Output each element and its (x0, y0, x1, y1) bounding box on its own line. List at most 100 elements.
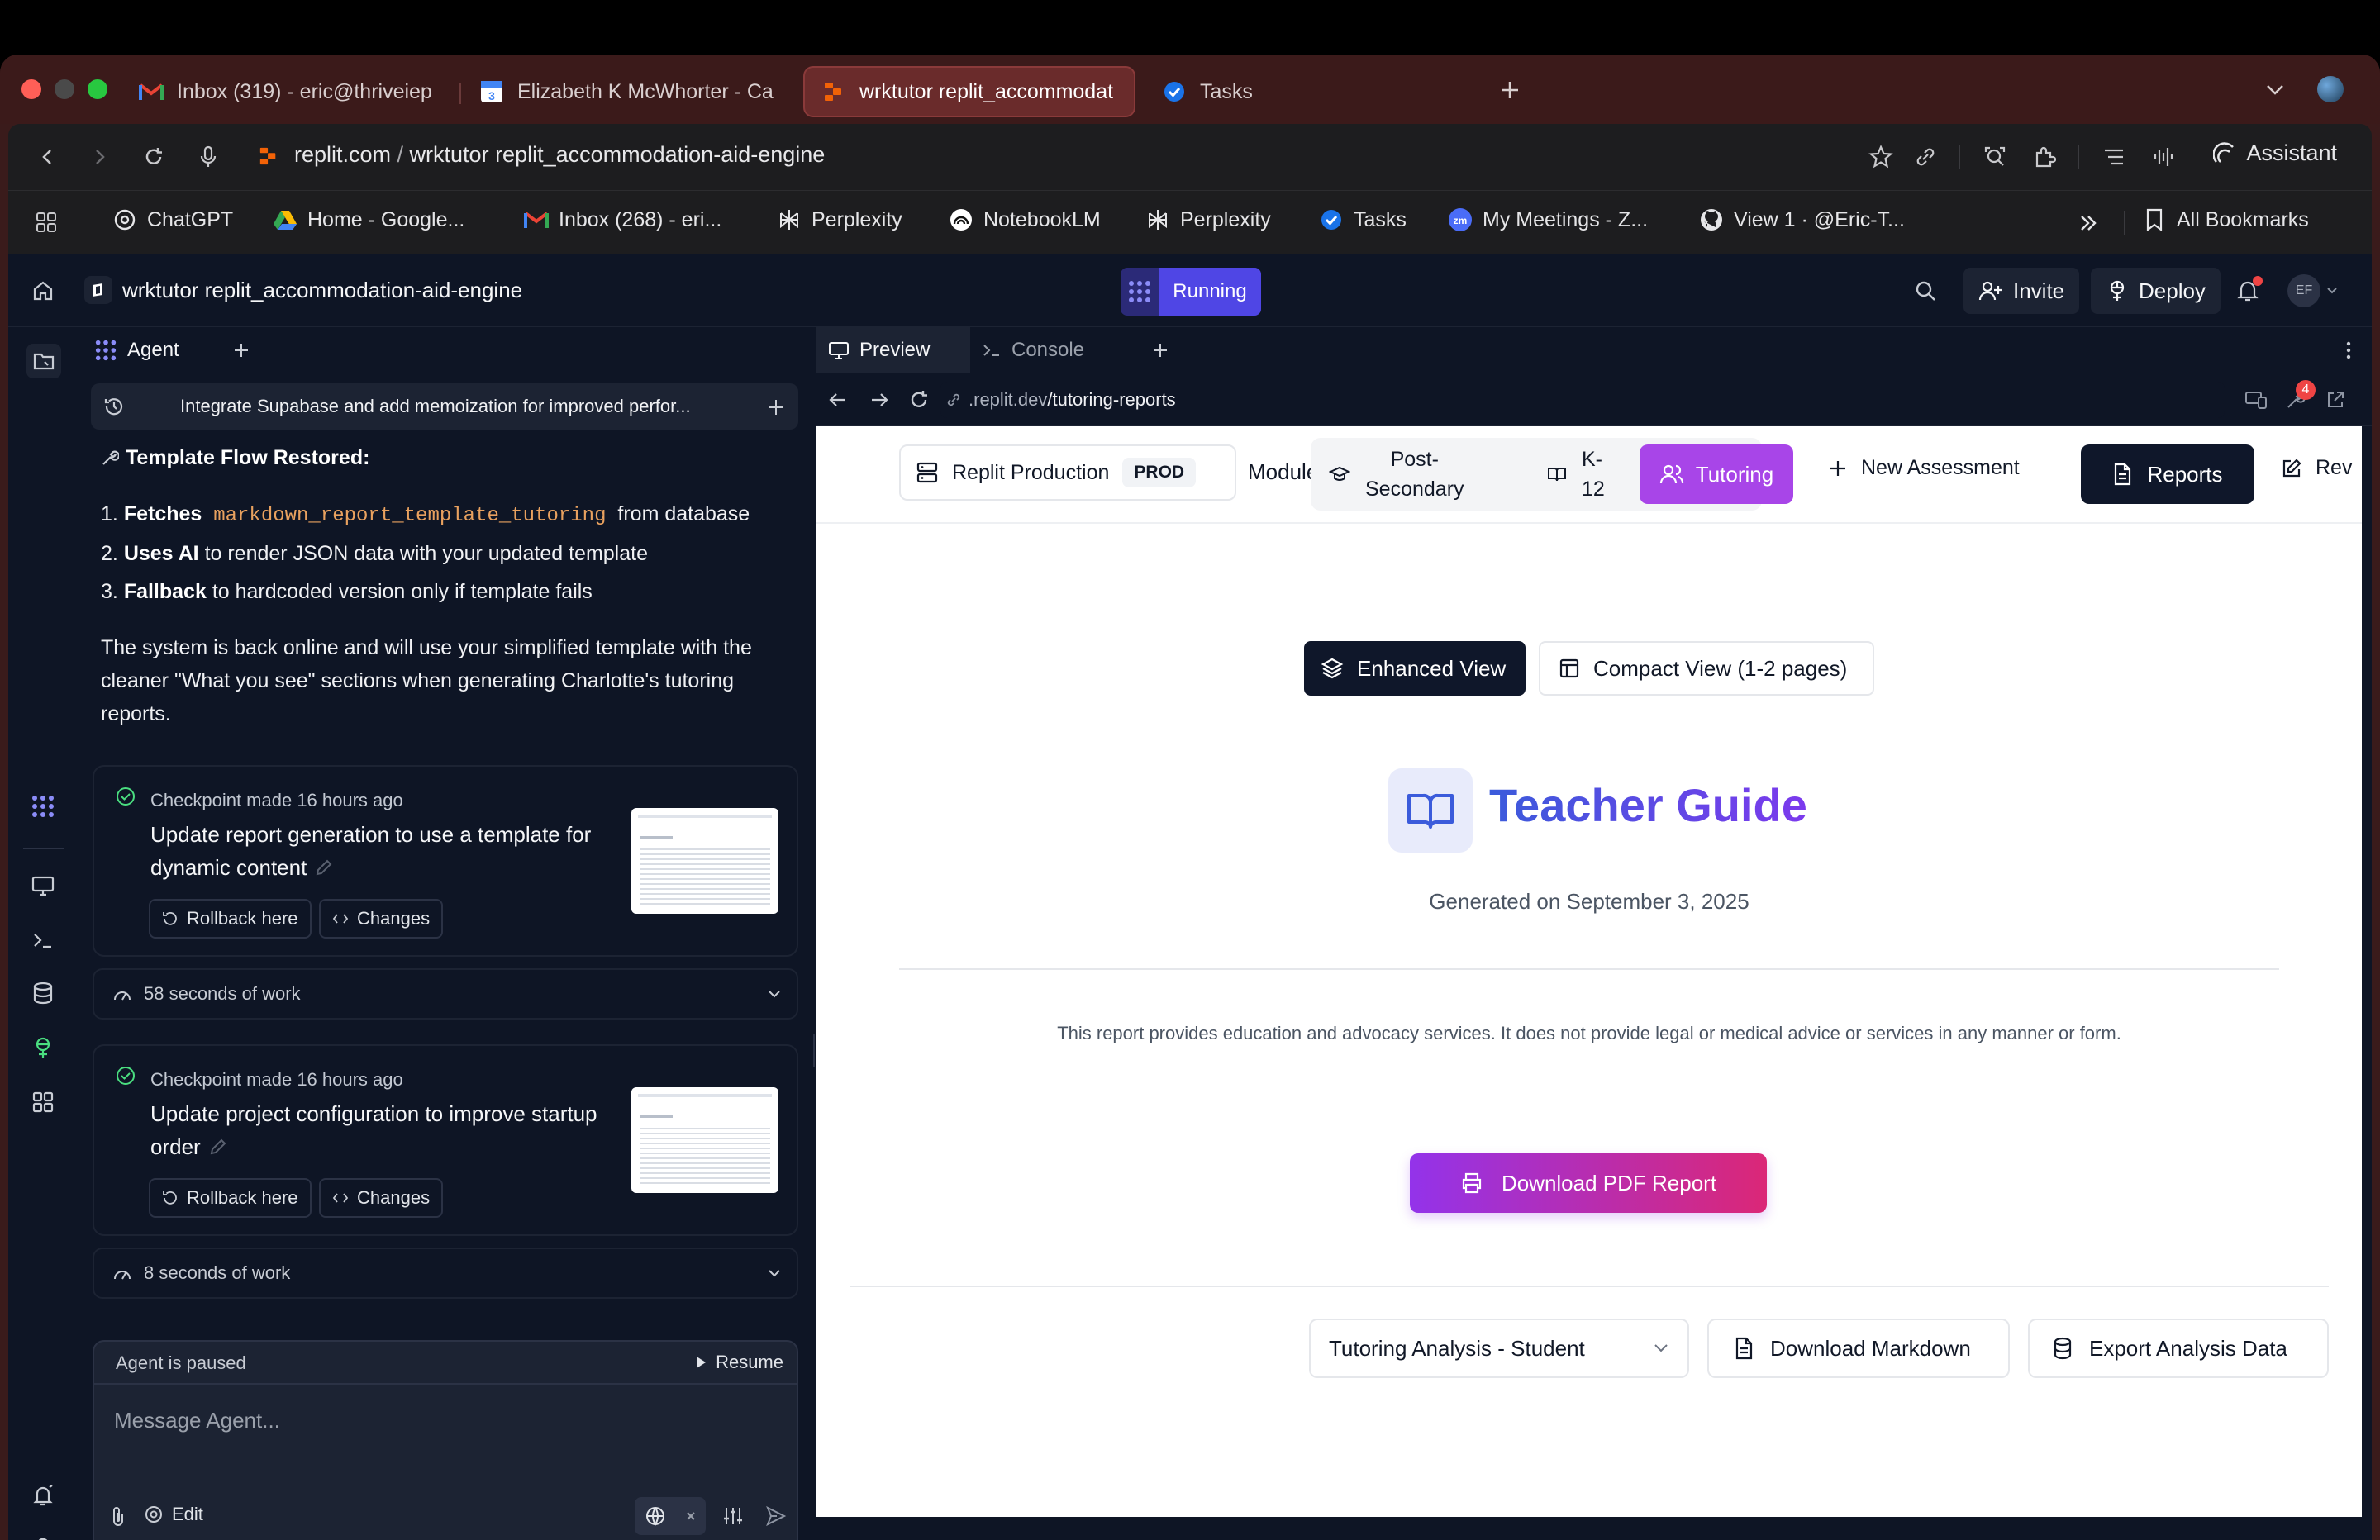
project-name[interactable]: wrktutor replit_accommodation-aid-engine (122, 278, 522, 303)
rollback-button[interactable]: Rollback here (149, 899, 312, 939)
whats-new-bell-icon[interactable] (26, 1479, 60, 1512)
all-tools-grid-icon[interactable] (26, 1086, 60, 1119)
web-search-toggle[interactable] (635, 1497, 706, 1535)
address-bar[interactable]: replit.com / wrktutor replit_accommodati… (294, 142, 825, 168)
edit-pencil-icon[interactable] (315, 858, 333, 877)
download-markdown-button[interactable]: Download Markdown (1707, 1319, 2010, 1378)
bookmarks-overflow-icon[interactable] (2074, 209, 2102, 237)
reload-icon[interactable] (137, 140, 170, 173)
settings-sliders-icon[interactable] (721, 1504, 745, 1528)
open-external-icon[interactable] (2324, 388, 2347, 411)
help-question-icon[interactable] (26, 1532, 60, 1540)
devices-icon[interactable] (2244, 388, 2268, 411)
reports-button[interactable]: Reports (2081, 444, 2254, 504)
webview-monitor-icon[interactable] (26, 869, 60, 902)
profile-avatar[interactable] (2317, 76, 2344, 102)
enhanced-view-button[interactable]: Enhanced View (1304, 641, 1526, 696)
close-x-icon[interactable] (685, 1510, 697, 1522)
new-chat-plus-icon[interactable] (765, 397, 787, 418)
environment-selector[interactable]: Replit Production PROD (899, 444, 1236, 501)
extensions-puzzle-icon[interactable] (2028, 140, 2061, 173)
changes-button[interactable]: Changes (319, 899, 444, 939)
tab-preview[interactable]: Preview (816, 327, 970, 373)
bookmark-perplexity-2[interactable]: Perplexity (1145, 207, 1271, 232)
tab-console[interactable]: Console (982, 327, 1084, 373)
new-assessment-button[interactable]: New Assessment (1828, 456, 2020, 480)
deployments-icon[interactable] (26, 1031, 60, 1064)
review-button[interactable]: Rev (2281, 456, 2352, 480)
compact-view-button[interactable]: Compact View (1-2 pages) (1539, 641, 1874, 696)
lens-search-icon[interactable] (1978, 140, 2011, 173)
analysis-type-select[interactable]: Tutoring Analysis - Student (1309, 1319, 1689, 1378)
forward-arrow-icon[interactable] (83, 140, 116, 173)
tab-tasks[interactable]: Tasks (1145, 66, 1393, 117)
deploy-button[interactable]: Deploy (2091, 268, 2221, 314)
forward-arrow-icon[interactable] (868, 388, 891, 411)
back-arrow-icon[interactable] (31, 140, 64, 173)
work-summary-row[interactable]: 8 seconds of work (93, 1248, 798, 1299)
site-replit-icon[interactable] (258, 145, 279, 167)
audio-waveform-icon[interactable] (2147, 140, 2180, 173)
bookmark-tasks[interactable]: Tasks (1319, 207, 1407, 232)
bookmark-notebooklm[interactable]: NotebookLM (949, 207, 1101, 232)
tab-agent[interactable]: Agent (94, 327, 179, 373)
message-input[interactable]: Message Agent... (114, 1408, 280, 1433)
rollback-button[interactable]: Rollback here (149, 1178, 312, 1218)
database-icon[interactable] (26, 977, 60, 1010)
close-window-button[interactable] (21, 79, 41, 99)
download-pdf-button[interactable]: Download PDF Report (1410, 1153, 1767, 1213)
add-tab-plus-icon[interactable] (231, 340, 251, 360)
bookmark-star-icon[interactable] (1864, 140, 1897, 173)
console-terminal-icon[interactable] (26, 924, 60, 957)
session-bar[interactable]: Integrate Supabase and add memoization f… (91, 383, 798, 430)
run-status-button[interactable]: Running (1121, 268, 1261, 316)
link-icon[interactable] (1909, 140, 1942, 173)
tab-calendar[interactable]: 3 Elizabeth K McWhorter - Ca (463, 66, 793, 117)
back-arrow-icon[interactable] (826, 388, 850, 411)
all-bookmarks[interactable]: All Bookmarks (2142, 207, 2309, 232)
edit-pencil-icon[interactable] (209, 1138, 227, 1156)
devtools-wrench-icon[interactable]: 4 (2284, 380, 2316, 411)
changes-button[interactable]: Changes (319, 1178, 444, 1218)
invite-button[interactable]: Invite (1963, 268, 2080, 314)
add-tab-plus-icon[interactable] (1150, 340, 1170, 360)
reading-list-icon[interactable] (2097, 140, 2130, 173)
more-vertical-icon[interactable] (2339, 340, 2359, 360)
reload-icon[interactable] (907, 388, 931, 411)
module-k12[interactable]: K- 12 (1547, 444, 1605, 504)
microphone-icon[interactable] (192, 140, 225, 173)
search-icon[interactable] (1911, 276, 1940, 306)
checkpoint-thumbnail[interactable] (631, 808, 778, 914)
export-analysis-button[interactable]: Export Analysis Data (2028, 1319, 2329, 1378)
tab-inbox[interactable]: Inbox (319) - eric@thriveiep (122, 66, 453, 117)
tab-replit[interactable]: wrktutor replit_accommodat (803, 66, 1135, 117)
files-icon[interactable] (26, 344, 61, 378)
new-tab-plus-icon[interactable] (1496, 76, 1524, 104)
project-icon[interactable] (84, 276, 112, 304)
module-post-secondary[interactable]: Post- Secondary (1329, 444, 1464, 504)
maximize-window-button[interactable] (88, 79, 107, 99)
home-icon[interactable] (28, 276, 58, 306)
preview-url-input[interactable]: .replit.dev/tutoring-reports (940, 382, 2225, 418)
assistant-button[interactable]: Assistant (2213, 140, 2337, 166)
notifications-bell-icon[interactable] (2231, 274, 2264, 307)
bookmark-perplexity-1[interactable]: Perplexity (777, 207, 902, 232)
history-icon[interactable] (102, 395, 126, 418)
agent-grid-icon[interactable] (26, 790, 60, 823)
tab-search-chevron-icon[interactable] (2261, 76, 2289, 104)
bookmark-inbox[interactable]: Inbox (268) - eri... (524, 207, 721, 232)
bookmark-google-drive[interactable]: Home - Google... (273, 207, 464, 232)
work-summary-row[interactable]: 58 seconds of work (93, 968, 798, 1020)
edit-mode-button[interactable]: Edit (144, 1504, 203, 1525)
send-icon[interactable] (764, 1504, 788, 1528)
bookmark-chatgpt[interactable]: ChatGPT (112, 207, 233, 232)
module-tutoring[interactable]: Tutoring (1640, 444, 1793, 504)
resume-button[interactable]: Resume (694, 1352, 783, 1373)
user-menu[interactable]: EF (2287, 274, 2339, 307)
attach-paperclip-icon[interactable] (106, 1504, 131, 1528)
bookmark-github[interactable]: View 1 · @Eric-T... (1699, 207, 1905, 232)
bookmark-zoom[interactable]: zm My Meetings - Z... (1448, 207, 1648, 232)
minimize-window-button[interactable] (55, 79, 74, 99)
apps-grid-icon[interactable] (33, 209, 60, 235)
checkpoint-thumbnail[interactable] (631, 1087, 778, 1193)
